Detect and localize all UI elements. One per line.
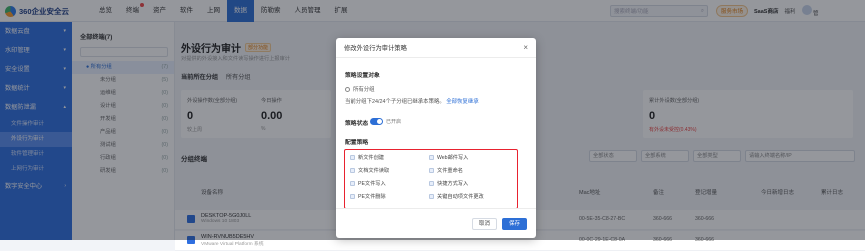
checkbox[interactable]	[350, 155, 355, 160]
option-label: Web邮件写入	[437, 155, 469, 161]
cancel-button[interactable]: 取消	[472, 218, 498, 230]
option-label: 关键自动项文件更改	[437, 194, 484, 200]
inherit-info: 当前分组下24/24个子分组已继承本策略。 全部恢复继承	[345, 97, 479, 105]
dialog-header: 修改外设行为审计策略 ×	[336, 38, 536, 58]
option-label: 文件重命名	[437, 168, 463, 174]
option-label: 新文件创建	[358, 155, 384, 161]
checkbox[interactable]	[350, 194, 355, 199]
checkbox[interactable]	[429, 155, 434, 160]
option-pe-write[interactable]: PE文件写入	[350, 180, 386, 187]
target-value-text: 所有分组	[353, 87, 375, 93]
policy-options-box: 新文件创建 文档文件读取 PE文件写入 PE文件删除 Web邮件写入 文件重命名…	[344, 149, 518, 209]
checkbox[interactable]	[429, 168, 434, 173]
option-autorun-change[interactable]: 关键自动项文件更改	[429, 193, 484, 200]
status-toggle-text: 已开启	[386, 119, 402, 125]
inherit-text: 当前分组下24/24个子分组已继承本策略。	[345, 99, 445, 105]
option-new-file[interactable]: 新文件创建	[350, 154, 384, 161]
status-toggle[interactable]	[370, 118, 383, 125]
checkbox[interactable]	[350, 168, 355, 173]
config-label: 配置策略	[345, 140, 369, 146]
option-label: PE文件删除	[358, 194, 386, 200]
close-icon[interactable]: ×	[523, 43, 528, 52]
target-label: 策略设置对象	[345, 73, 380, 79]
checkbox[interactable]	[429, 181, 434, 186]
dialog-footer: 取消 保存	[336, 208, 536, 238]
option-label: 文档文件读取	[358, 168, 390, 174]
option-shortcut-write[interactable]: 快捷方式写入	[429, 180, 468, 187]
checkbox[interactable]	[429, 194, 434, 199]
option-pe-delete[interactable]: PE文件删除	[350, 193, 386, 200]
target-value: 所有分组	[345, 85, 375, 93]
restore-inherit-link[interactable]: 全部恢复继承	[446, 99, 478, 105]
user-icon	[345, 87, 350, 93]
checkbox[interactable]	[350, 181, 355, 186]
option-label: PE文件写入	[358, 181, 386, 187]
option-file-rename[interactable]: 文件重命名	[429, 167, 463, 174]
save-button[interactable]: 保存	[502, 218, 528, 230]
option-web-mail-write[interactable]: Web邮件写入	[429, 154, 468, 161]
option-label: 快捷方式写入	[437, 181, 469, 187]
device-os: VMware Virtual Platform 系统	[201, 242, 264, 247]
option-doc-read[interactable]: 文档文件读取	[350, 167, 389, 174]
status-label: 策略状态	[345, 121, 369, 127]
dialog-title: 修改外设行为审计策略	[344, 45, 407, 52]
edit-policy-dialog: 修改外设行为审计策略 × 策略设置对象 所有分组 当前分组下24/24个子分组已…	[336, 38, 536, 238]
